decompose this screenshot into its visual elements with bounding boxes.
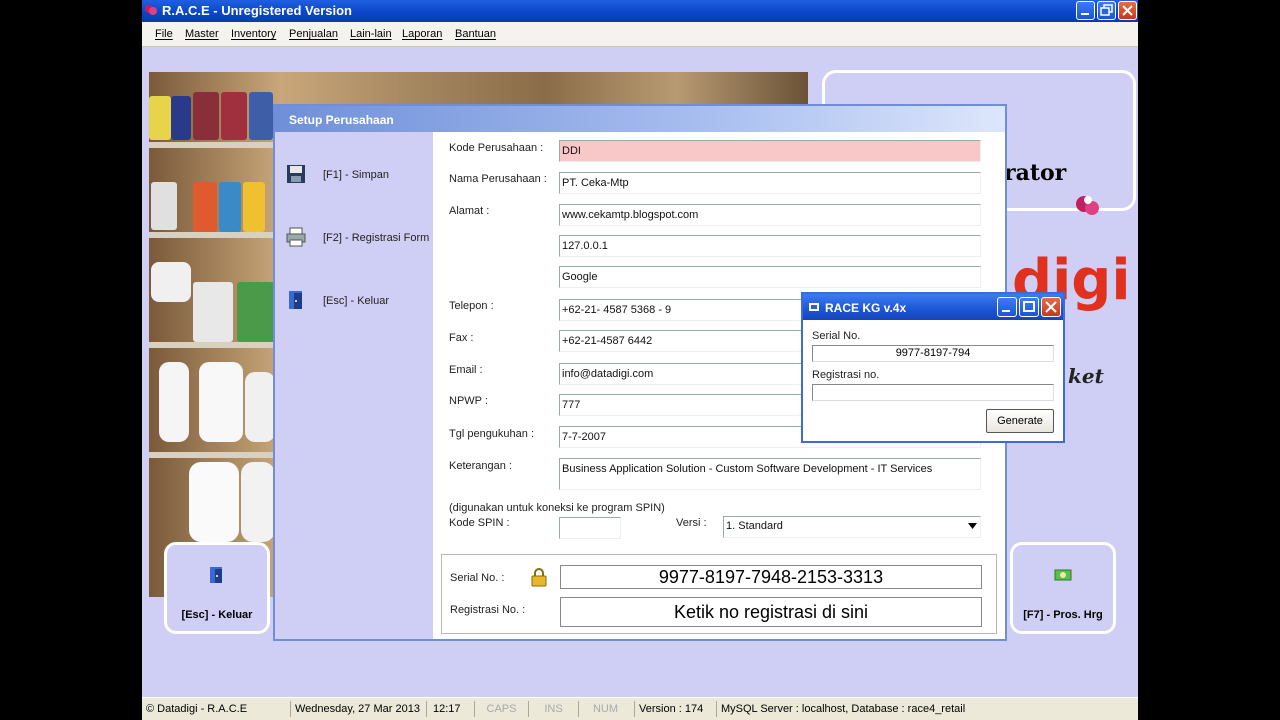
status-server: MySQL Server : localhost, Database : rac… — [716, 701, 1136, 717]
race-logo-icon — [1076, 196, 1099, 215]
keygen-app-icon — [809, 303, 819, 311]
close-button[interactable] — [1118, 1, 1137, 20]
versi-select[interactable]: 1. Standard — [723, 516, 981, 538]
status-copyright: © Datadigi - R.A.C.E — [146, 703, 248, 715]
window-title: R.A.C.E - Unregistered Version — [162, 3, 352, 18]
app-logo-icon — [145, 5, 157, 15]
status-date: Wednesday, 27 Mar 2013 — [290, 701, 426, 717]
kode-perusahaan-field[interactable]: DDI — [559, 140, 981, 162]
status-bar: © Datadigi - R.A.C.E Wednesday, 27 Mar 2… — [142, 697, 1138, 720]
generate-button[interactable]: Generate — [986, 409, 1054, 433]
kg-close-button[interactable] — [1041, 297, 1061, 317]
label-kode-spin: Kode SPIN : — [449, 517, 510, 529]
alamat-line1-field[interactable]: www.cekamtp.blogspot.com — [559, 204, 981, 226]
registrasi-no-input[interactable]: Ketik no registrasi di sini — [560, 597, 982, 627]
minimize-icon — [1081, 13, 1089, 15]
printer-icon — [286, 227, 306, 247]
kg-dialog-title: RACE KG v.4x — [825, 301, 907, 315]
alamat-line2-field[interactable]: 127.0.0.1 — [559, 235, 981, 257]
app-window: R.A.C.E - Unregistered Version File Mast… — [142, 0, 1138, 720]
kg-dialog-title-bar: RACE KG v.4x — [803, 294, 1063, 320]
kode-spin-field[interactable] — [559, 517, 621, 539]
label-tgl-pengukuhan: Tgl pengukuhan : — [449, 428, 535, 440]
label-fax: Fax : — [449, 332, 474, 344]
logo-tagline-fragment: ket — [1068, 364, 1104, 388]
minimize-icon — [1002, 310, 1010, 312]
f7-pros-hrg-button[interactable]: [F7] - Pros. Hrg — [1010, 542, 1116, 634]
setup-dialog-title: Setup Perusahaan — [289, 113, 394, 127]
label-kode-perusahaan: Kode Perusahaan : — [449, 142, 544, 154]
close-icon — [1122, 5, 1133, 16]
esc-keluar-label: [Esc] - Keluar — [181, 609, 253, 621]
menu-bar: File Master Inventory Penjualan Lain-lai… — [142, 22, 1138, 47]
label-registrasi-no: Registrasi No. : — [450, 604, 526, 616]
serial-no-display: 9977-8197-7948-2153-3313 — [560, 565, 982, 589]
kg-registrasi-label: Registrasi no. — [812, 369, 880, 381]
label-keterangan: Keterangan : — [449, 460, 512, 472]
setup-action-panel: [F1] - Simpan [F2] - Registrasi Form [Es… — [275, 132, 433, 639]
minimize-button[interactable] — [1076, 1, 1095, 20]
registration-group: Serial No. : 9977-8197-7948-2153-3313 Re… — [441, 554, 997, 634]
label-npwp: NPWP : — [449, 395, 488, 407]
chevron-down-icon — [968, 523, 977, 529]
menu-laporan[interactable]: Laporan — [402, 28, 442, 40]
money-icon — [1054, 569, 1072, 581]
versi-selected-value: 1. Standard — [726, 520, 783, 532]
close-icon — [1045, 301, 1057, 313]
status-ins: INS — [528, 701, 578, 717]
status-caps: CAPS — [474, 701, 528, 717]
status-num: NUM — [578, 701, 632, 717]
kg-maximize-button[interactable] — [1019, 297, 1039, 317]
title-bar: R.A.C.E - Unregistered Version — [142, 0, 1138, 22]
nama-perusahaan-field[interactable]: PT. Ceka-Mtp — [559, 172, 981, 194]
exit-door-icon — [210, 567, 222, 583]
maximize-icon — [1023, 301, 1035, 312]
restore-button[interactable] — [1097, 1, 1116, 20]
logo-text-fragment: rator — [1004, 160, 1067, 186]
kg-serial-label: Serial No. — [812, 330, 861, 342]
action-keluar-label: [Esc] - Keluar — [323, 295, 390, 307]
label-versi: Versi : — [676, 517, 707, 529]
esc-keluar-button[interactable]: [Esc] - Keluar — [164, 542, 270, 634]
f7-pros-hrg-label: [F7] - Pros. Hrg — [1023, 609, 1103, 621]
label-email: Email : — [449, 364, 483, 376]
menu-master[interactable]: Master — [185, 28, 219, 40]
menu-inventory[interactable]: Inventory — [231, 28, 276, 40]
spin-note: (digunakan untuk koneksi ke program SPIN… — [449, 502, 665, 514]
menu-file[interactable]: File — [155, 28, 173, 40]
action-registrasi-label: [F2] - Registrasi Form — [323, 232, 430, 244]
label-alamat: Alamat : — [449, 205, 490, 217]
menu-bantuan[interactable]: Bantuan — [455, 28, 496, 40]
label-telepon: Telepon : — [449, 300, 494, 312]
menu-lain-lain[interactable]: Lain-lain — [350, 28, 392, 40]
alamat-line3-field[interactable]: Google — [559, 266, 981, 288]
kg-registrasi-input[interactable] — [812, 384, 1054, 401]
restore-icon — [1100, 4, 1113, 16]
label-nama-perusahaan: Nama Perusahaan : — [449, 173, 547, 185]
kg-dialog-body: Serial No. 9977-8197-794 Registrasi no. … — [803, 320, 1063, 441]
action-simpan-label: [F1] - Simpan — [323, 169, 390, 181]
keterangan-field[interactable]: Business Application Solution - Custom S… — [559, 458, 981, 490]
status-time: 12:17 — [426, 701, 472, 717]
exit-door-icon — [289, 291, 302, 309]
kg-serial-input[interactable]: 9977-8197-794 — [812, 345, 1054, 362]
setup-dialog-title-bar: Setup Perusahaan — [275, 106, 1005, 132]
save-icon — [287, 165, 305, 183]
race-kg-dialog: RACE KG v.4x Serial No. 9977-8197-794 Re… — [801, 292, 1065, 443]
menu-penjualan[interactable]: Penjualan — [289, 28, 338, 40]
kg-minimize-button[interactable] — [997, 297, 1017, 317]
lock-icon — [531, 568, 547, 587]
label-serial-no: Serial No. : — [450, 572, 505, 584]
status-version: Version : 174 — [634, 701, 716, 717]
